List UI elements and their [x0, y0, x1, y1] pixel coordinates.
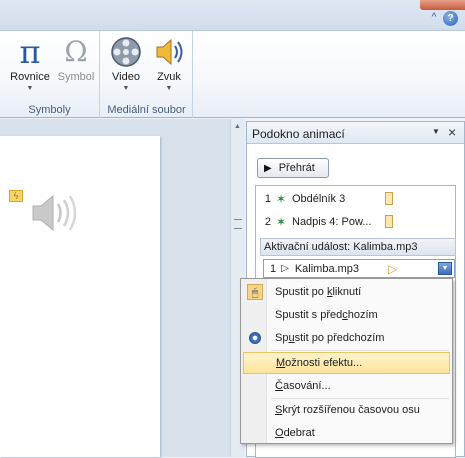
menu-text: krýt rozšířenou časovou osu	[282, 404, 420, 416]
menu-item-start-with-previous[interactable]: Spustit s předchozím	[243, 304, 450, 326]
item-number: 1	[264, 193, 271, 205]
green-star-icon: ✶	[275, 215, 287, 229]
animation-trigger-icon[interactable]: ϟ	[9, 190, 23, 202]
close-icon[interactable]: ×	[448, 124, 456, 140]
play-button[interactable]: ▶ Přehrát	[257, 158, 329, 178]
menu-item-start-on-click[interactable]: 🖱 Spustit po kliknutí	[243, 281, 450, 303]
media-marker-icon: ▷	[388, 262, 398, 276]
menu-accelerator: Č	[275, 380, 283, 392]
menu-item-hide-timeline[interactable]: Skrýt rozšířenou časovou osu	[243, 399, 450, 421]
window-close-button[interactable]	[420, 0, 465, 10]
scrollbar-thumb[interactable]	[234, 219, 242, 229]
menu-item-effect-options[interactable]: Možnosti efektu...	[243, 352, 450, 374]
scroll-up-icon[interactable]: ▲	[234, 123, 241, 130]
menu-text: Sp	[275, 332, 289, 344]
title-bar: ^ ?	[0, 0, 465, 30]
menu-separator	[271, 350, 449, 351]
item-name: Obdélník 3	[292, 193, 346, 205]
item-name: Nadpis 4: Pow...	[292, 216, 372, 228]
ribbon-group-label: Mediální soubor	[107, 104, 186, 116]
mouse-icon: 🖱	[247, 284, 263, 300]
context-menu: 🖱 Spustit po kliknutí Spustit s předchoz…	[240, 278, 453, 444]
pi-icon: π	[19, 33, 41, 71]
audio-button[interactable]: Zvuk ▼	[151, 35, 187, 92]
pane-title: Podokno animací	[252, 127, 345, 141]
trigger-header: Aktivační událost: Kalimba.mp3	[260, 238, 456, 256]
chevron-down-icon: ▼	[122, 85, 130, 92]
menu-item-remove[interactable]: Odebrat	[243, 422, 450, 444]
list-item[interactable]: 1 ✶ Obdélník 3	[256, 188, 455, 210]
menu-text: hozím	[347, 309, 378, 321]
menu-text: asování...	[282, 380, 331, 392]
menu-text: liknutí	[332, 286, 362, 298]
timing-bar	[385, 192, 393, 205]
menu-text: debrat	[283, 427, 315, 439]
pane-header: Podokno animací ▼ ×	[247, 122, 464, 144]
item-number: 2	[264, 216, 271, 228]
menu-text: Spustit s před	[275, 309, 343, 321]
slide-canvas[interactable]	[0, 136, 160, 457]
item-number: 1	[270, 262, 277, 275]
green-star-icon: ✶	[275, 192, 287, 206]
item-dropdown-button[interactable]: ▼	[438, 262, 452, 275]
play-triangle-icon: ▷	[281, 263, 289, 274]
ribbon-group-media: Video ▼ Zvuk ▼ Mediální soubor	[101, 31, 193, 118]
menu-accelerator: M	[276, 357, 286, 369]
video-button-label: Video	[112, 71, 140, 83]
equation-button[interactable]: π Rovnice ▼	[10, 35, 50, 92]
menu-item-start-after-previous[interactable]: Spustit po předchozím	[243, 327, 450, 349]
play-icon: ▶	[264, 162, 272, 174]
omega-icon: Ω	[64, 35, 88, 68]
list-item[interactable]: 2 ✶ Nadpis 4: Pow...	[256, 211, 455, 233]
item-name: Kalimba.mp3	[294, 262, 360, 275]
film-reel-icon	[111, 37, 141, 67]
chevron-down-icon: ▼	[165, 85, 173, 92]
menu-text: Spustit po	[275, 286, 327, 298]
menu-text: ožnosti efektu...	[285, 357, 363, 369]
selected-animation-item[interactable]: 1 ▷ Kalimba.mp3 ▷ ▼	[263, 259, 455, 278]
timing-bar	[385, 215, 393, 228]
ribbon: π Rovnice ▼ Ω Symbol Symboly Video ▼ Zvu…	[0, 30, 465, 118]
symbol-button[interactable]: Ω Symbol	[55, 35, 97, 84]
audio-object-icon[interactable]	[30, 192, 80, 234]
ribbon-group-symbols: π Rovnice ▼ Ω Symbol Symboly	[0, 31, 100, 118]
equation-button-label: Rovnice	[10, 71, 50, 83]
ribbon-group-label: Symboly	[28, 104, 71, 116]
pane-options-icon[interactable]: ▼	[432, 127, 440, 136]
speaker-icon	[156, 38, 183, 66]
clock-icon	[249, 332, 261, 344]
video-button[interactable]: Video ▼	[107, 35, 145, 92]
help-icon[interactable]: ?	[443, 11, 458, 26]
menu-accelerator: O	[275, 427, 284, 439]
menu-text: stit po předchozím	[294, 332, 385, 344]
chevron-down-icon: ▼	[26, 85, 34, 92]
minimize-ribbon-icon[interactable]: ^	[428, 11, 440, 25]
symbol-button-label: Symbol	[57, 71, 95, 83]
menu-item-timing[interactable]: Časování...	[243, 375, 450, 397]
play-button-label: Přehrát	[278, 162, 315, 174]
audio-button-label: Zvuk	[157, 71, 181, 83]
